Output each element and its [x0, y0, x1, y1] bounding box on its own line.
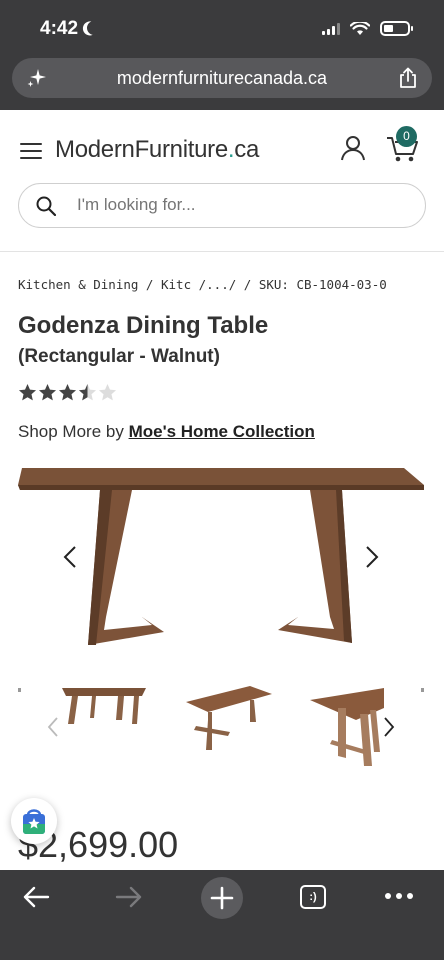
plus-icon	[210, 886, 234, 910]
star-full-icon	[38, 383, 57, 401]
forward-arrow-icon[interactable]	[115, 885, 143, 909]
star-empty-icon	[98, 383, 117, 401]
status-icons	[322, 21, 413, 36]
site-header: ModernFurniture.ca 0	[0, 110, 444, 252]
thumbnail-2	[186, 686, 272, 750]
thumbnail-3	[310, 688, 384, 766]
product-subtitle: (Rectangular - Walnut)	[18, 346, 220, 367]
star-full-icon	[58, 383, 77, 401]
new-tab-button[interactable]	[201, 877, 243, 919]
shopping-bag-icon	[23, 809, 45, 834]
thumbnail-strip[interactable]	[0, 680, 444, 770]
brand-link[interactable]: Moe's Home Collection	[129, 422, 315, 441]
account-icon[interactable]	[340, 135, 366, 161]
site-logo[interactable]: ModernFurniture.ca	[55, 136, 259, 164]
status-and-url-bar: 4:42 modernfurniturecanada.ca	[0, 0, 444, 110]
thumbnail-prev-arrow[interactable]	[46, 716, 60, 738]
wifi-icon	[350, 21, 370, 35]
battery-icon	[380, 21, 413, 36]
breadcrumb[interactable]: Kitchen & Dining / Kitc /.../ / SKU: CB-…	[18, 277, 438, 292]
menu-icon[interactable]	[20, 143, 42, 159]
rating-stars[interactable]	[18, 383, 117, 402]
shop-more-line: Shop More by Moe's Home Collection	[18, 422, 315, 441]
cart-count-badge[interactable]: 0	[396, 126, 417, 147]
moon-icon	[85, 19, 103, 37]
tabs-button[interactable]: :)	[300, 885, 326, 909]
thumbnail-1	[62, 688, 146, 724]
address-bar[interactable]: modernfurniturecanada.ca	[12, 58, 432, 98]
url-text[interactable]: modernfurniturecanada.ca	[12, 68, 432, 89]
image-prev-arrow[interactable]	[62, 545, 78, 569]
cellular-signal-icon	[322, 22, 340, 35]
share-icon[interactable]	[398, 67, 418, 89]
star-half-icon	[78, 383, 97, 401]
browser-toolbar: :)	[0, 870, 444, 960]
search-input[interactable]	[77, 195, 397, 215]
image-next-arrow[interactable]	[364, 545, 380, 569]
star-full-icon	[18, 383, 37, 401]
status-time: 4:42	[40, 18, 101, 40]
thumbnail-next-arrow[interactable]	[382, 716, 396, 738]
search-box[interactable]	[18, 183, 426, 228]
product-title: Godenza Dining Table	[18, 312, 269, 339]
search-icon[interactable]	[36, 196, 56, 216]
shop-app-badge[interactable]	[11, 798, 57, 844]
back-arrow-icon[interactable]	[22, 885, 50, 909]
more-options-icon[interactable]	[384, 892, 414, 900]
